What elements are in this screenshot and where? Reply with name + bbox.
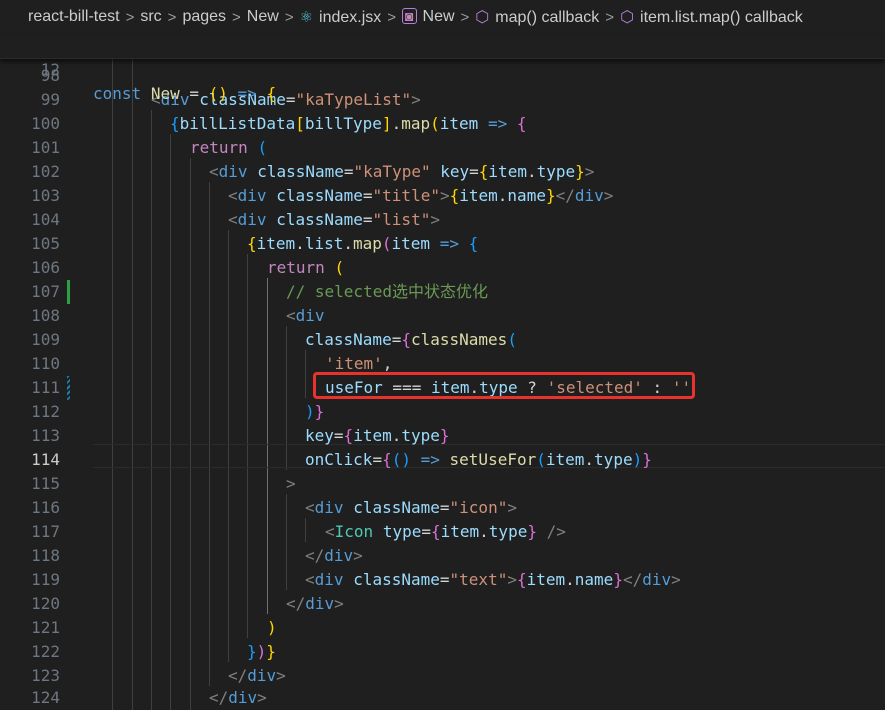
code-text: return (: [190, 138, 268, 157]
line-number: 121: [31, 618, 60, 637]
code-line-row[interactable]: 122})}: [0, 640, 885, 664]
code-text: return (: [267, 258, 345, 277]
line-number: 110: [31, 354, 60, 373]
code-text: <div: [286, 306, 325, 325]
code-line-row[interactable]: 112)}: [0, 400, 885, 424]
code-line-row[interactable]: 103 <div className="title">{item.name}</d…: [0, 184, 885, 208]
code-line-row[interactable]: 120 </div>: [0, 592, 885, 616]
code-line-row[interactable]: 104 <div className="list">: [0, 208, 885, 232]
sticky-scroll-header[interactable]: 12 const New = () => {: [0, 34, 885, 103]
line-number: 102: [31, 162, 60, 181]
line-number: 105: [31, 234, 60, 253]
code-text: <div className="icon">: [305, 498, 517, 517]
line-number: 124: [31, 688, 60, 707]
line-number: 106: [31, 258, 60, 277]
chevron-right-icon: >: [125, 8, 135, 26]
code-line-row[interactable]: 115 >: [0, 472, 885, 496]
line-number: 109: [31, 330, 60, 349]
code-line-row[interactable]: 121): [0, 616, 885, 640]
chevron-right-icon: >: [167, 8, 177, 26]
code-line-row[interactable]: 123 </div>: [0, 664, 885, 688]
code-line-row[interactable]: 109 className={classNames(: [0, 328, 885, 352]
breadcrumb-item-project[interactable]: react-bill-test: [28, 8, 120, 26]
code-line-row[interactable]: 124 </div>: [0, 686, 885, 710]
line-number: 108: [31, 306, 60, 325]
code-line-row[interactable]: 114 onClick={() => setUseFor(item.type)}: [0, 448, 885, 472]
symbol-variable-icon: ◙: [402, 8, 417, 24]
code-line-row[interactable]: 100 {billListData[billType].map(item => {: [0, 112, 885, 136]
line-number: 123: [31, 666, 60, 685]
line-number: 119: [31, 570, 60, 589]
code-line-row[interactable]: 101 return (: [0, 136, 885, 160]
chevron-right-icon: >: [387, 8, 397, 26]
line-number: 12: [40, 60, 60, 79]
chevron-right-icon: >: [605, 8, 615, 26]
breadcrumb-item-list-map-callback[interactable]: ⬡ item.list.map() callback: [620, 7, 803, 27]
code-text: // selected选中状态优化: [286, 282, 488, 301]
line-number: 115: [31, 474, 60, 493]
code-line-row[interactable]: 117 <Icon type={item.type} />: [0, 520, 885, 544]
code-text: className={classNames(: [305, 330, 517, 349]
code-text: <div className="kaType" key={item.type}>: [209, 162, 595, 181]
symbol-name: New: [422, 8, 455, 25]
line-number: 112: [31, 402, 60, 421]
chevron-right-icon: >: [284, 8, 294, 26]
code-line-row[interactable]: 116 <div className="icon">: [0, 496, 885, 520]
code-line-row[interactable]: 113 key={item.type}: [0, 424, 885, 448]
line-number: 118: [31, 546, 60, 565]
line-number-active: 114: [31, 450, 60, 469]
line-number: 117: [31, 522, 60, 541]
code-text: <Icon type={item.type} />: [325, 522, 566, 541]
line-number: 120: [31, 594, 60, 613]
line-number: 107: [31, 282, 60, 301]
symbol-name: map() callback: [495, 9, 600, 26]
breadcrumb-item-map-callback[interactable]: ⬡ map() callback: [475, 7, 599, 27]
code-text: {item.list.map(item => {: [247, 234, 479, 253]
breadcrumb-item-symbol-new[interactable]: ◙ New: [402, 8, 455, 26]
code-text: </div>: [305, 546, 363, 565]
sticky-line[interactable]: 12 const New = () => {: [0, 34, 885, 103]
line-number: 103: [31, 186, 60, 205]
code-line-row[interactable]: 118 </div>: [0, 544, 885, 568]
code-text: <div className="list">: [228, 210, 440, 229]
line-number: 113: [31, 426, 60, 445]
code-text: key={item.type}: [305, 426, 450, 445]
breadcrumb-item-pages[interactable]: pages: [182, 8, 226, 26]
code-text: ): [267, 618, 277, 637]
symbol-method-icon: ⬡: [620, 9, 635, 26]
chevron-right-icon: >: [232, 8, 241, 26]
code-text: })}: [247, 642, 276, 661]
breadcrumb-item-src[interactable]: src: [140, 8, 161, 26]
symbol-method-icon: ⬡: [475, 9, 490, 26]
line-number: 104: [31, 210, 60, 229]
symbol-name: item.list.map() callback: [640, 9, 803, 26]
code-line-row[interactable]: 105 {item.list.map(item => {: [0, 232, 885, 256]
code-text: <div className="title">{item.name}</div>: [228, 186, 614, 205]
breadcrumb-item-folder-new[interactable]: New: [247, 8, 279, 26]
code-text: )}: [305, 402, 325, 421]
code-text: </div>: [228, 666, 286, 685]
code-text: </div>: [209, 688, 267, 707]
chevron-right-icon: >: [460, 8, 470, 26]
red-highlight-box: [313, 372, 695, 399]
react-icon: ⚛: [299, 8, 314, 26]
code-text: onClick={() => setUseFor(item.type)}: [305, 450, 652, 469]
code-line-row[interactable]: 106 return (: [0, 256, 885, 280]
line-number: 101: [31, 138, 60, 157]
code-line: const New = () => {: [93, 84, 277, 103]
code-text: <div className="text">{item.name}</div>: [305, 570, 681, 589]
file-name: index.jsx: [319, 8, 382, 26]
code-line-row[interactable]: 102 <div className="kaType" key={item.typ…: [0, 160, 885, 184]
code-line-row[interactable]: 107 // selected选中状态优化: [0, 280, 885, 304]
line-number: 116: [31, 498, 60, 517]
breadcrumb: react-bill-test > src > pages > New > ⚛ i…: [0, 0, 885, 34]
code-line-row[interactable]: 119 <div className="text">{item.name}</di…: [0, 568, 885, 592]
breadcrumb-item-file[interactable]: ⚛ index.jsx: [300, 8, 382, 27]
line-number: 111: [31, 378, 60, 397]
code-text: {billListData[billType].map(item => {: [170, 114, 527, 133]
code-text: >: [286, 474, 296, 493]
code-text: </div>: [286, 594, 344, 613]
code-line-row[interactable]: 108 <div: [0, 304, 885, 328]
line-number: 122: [31, 642, 60, 661]
